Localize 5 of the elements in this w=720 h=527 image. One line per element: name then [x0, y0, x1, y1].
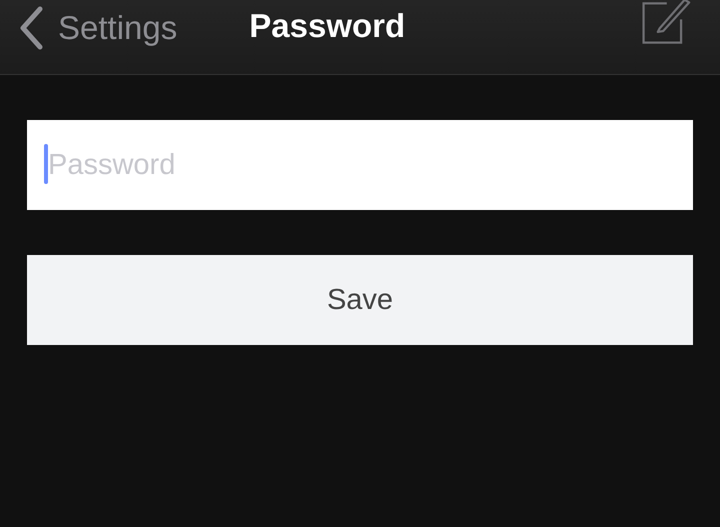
password-field[interactable]: Password	[27, 120, 693, 210]
save-button[interactable]: Save	[27, 255, 693, 345]
back-button[interactable]: Settings	[16, 2, 180, 54]
nav-title: Password	[249, 7, 406, 45]
chevron-left-icon	[18, 6, 44, 50]
